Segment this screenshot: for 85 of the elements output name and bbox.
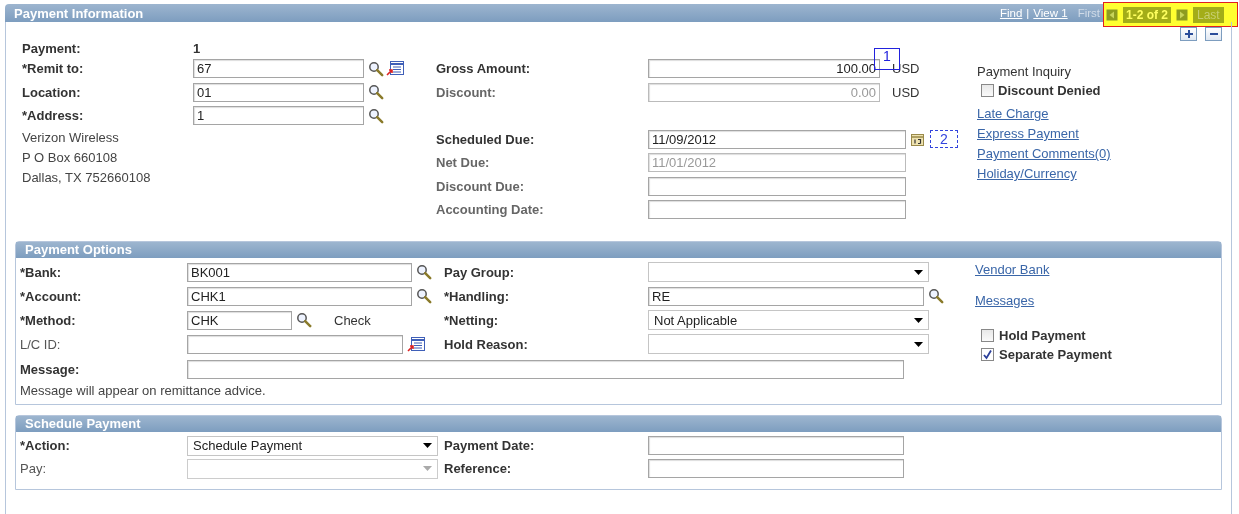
- add-row-button[interactable]: [1180, 27, 1197, 41]
- record-counter: 1-2 of 2: [1123, 6, 1171, 23]
- delete-row-button[interactable]: [1205, 27, 1222, 41]
- detail-icon[interactable]: [386, 61, 404, 77]
- field-label: Location:: [22, 84, 82, 100]
- field-label: *Account:: [20, 288, 82, 304]
- address-line: P O Box 660108: [22, 148, 119, 167]
- field-label: L/C ID:: [20, 336, 61, 352]
- input-field[interactable]: CHK1: [187, 286, 412, 306]
- caret-icon: [423, 466, 432, 471]
- field-label: Discount Due:: [436, 178, 526, 194]
- checkbox[interactable]: [981, 329, 994, 342]
- field-label: Discount:: [436, 84, 497, 100]
- field-label: Pay Group:: [444, 264, 515, 280]
- dropdown[interactable]: Schedule Payment: [187, 435, 438, 456]
- search-icon[interactable]: [416, 264, 432, 280]
- input-field[interactable]: CHK: [187, 310, 292, 330]
- checkbox[interactable]: [981, 83, 994, 97]
- currency-label: USD: [892, 84, 920, 100]
- hint-text: Message will appear on remittance advice.: [20, 382, 266, 398]
- input-field[interactable]: [648, 459, 904, 478]
- dropdown[interactable]: Not Applicable: [648, 310, 929, 330]
- field-label: *Action:: [20, 438, 70, 453]
- page-link[interactable]: Express Payment: [977, 124, 1111, 144]
- field-label: Pay:: [20, 461, 46, 476]
- section-label: Payment Inquiry: [977, 63, 1072, 81]
- field-label: Payment:: [22, 40, 82, 56]
- plus-icon: [1183, 29, 1194, 39]
- callout-number: 2: [930, 130, 958, 149]
- input-field[interactable]: BK001: [187, 262, 412, 282]
- checkbox[interactable]: [981, 348, 994, 361]
- checkbox-label: Hold Payment: [999, 328, 1086, 343]
- field-label: Message:: [20, 362, 80, 377]
- input-field[interactable]: [648, 436, 904, 455]
- input-field[interactable]: 1: [193, 106, 364, 126]
- panel-title: Schedule Payment: [25, 416, 141, 431]
- field-label: *Bank:: [20, 264, 62, 280]
- page-link[interactable]: Holiday/Currency: [977, 164, 1111, 184]
- section-title: Payment Information: [14, 5, 144, 21]
- search-icon[interactable]: [296, 312, 312, 328]
- search-icon[interactable]: [368, 84, 384, 101]
- date-field[interactable]: 11/09/2012: [648, 129, 906, 149]
- address-line: Verizon Wireless: [22, 128, 120, 147]
- caret-icon: [914, 341, 923, 347]
- calendar-icon[interactable]: [910, 131, 925, 147]
- address-line: Dallas, TX 752660108: [22, 168, 152, 187]
- input-field[interactable]: RE: [648, 286, 924, 306]
- input-field[interactable]: [187, 334, 403, 354]
- caret-icon: [914, 317, 923, 323]
- page-link[interactable]: Payment Comments(0): [977, 144, 1111, 164]
- previous-icon[interactable]: [1106, 8, 1118, 21]
- field-label: Net Due:: [436, 155, 491, 171]
- method-description: Check: [334, 312, 371, 328]
- caret-icon: [423, 443, 432, 448]
- separator: |: [1026, 7, 1030, 19]
- input-field[interactable]: 67: [193, 59, 364, 79]
- search-icon[interactable]: [368, 107, 384, 124]
- field-label: *Handling:: [444, 288, 509, 304]
- search-icon[interactable]: [416, 288, 432, 304]
- field-label: Accounting Date:: [436, 202, 545, 218]
- next-icon[interactable]: [1176, 8, 1188, 21]
- field-label: *Remit to:: [22, 61, 85, 77]
- vendor-bank-link[interactable]: Vendor Bank: [975, 260, 1050, 280]
- field-label: Payment Date:: [444, 438, 535, 453]
- field-label: *Netting:: [444, 312, 499, 328]
- checkbox-label: Separate Payment: [999, 347, 1112, 362]
- field-label: *Method:: [20, 312, 76, 328]
- date-field[interactable]: [648, 200, 906, 220]
- page-link[interactable]: Late Charge: [977, 104, 1111, 124]
- field-label: Scheduled Due:: [436, 131, 536, 147]
- search-icon[interactable]: [368, 60, 384, 77]
- date-field[interactable]: [648, 176, 906, 196]
- field-label: Hold Reason:: [444, 336, 528, 352]
- message-field[interactable]: [187, 360, 904, 379]
- panel-title: Payment Options: [25, 242, 132, 257]
- input-field[interactable]: 01: [193, 82, 364, 102]
- caret-icon: [914, 269, 923, 275]
- field-label: Reference:: [444, 461, 512, 476]
- checkbox-label: Discount Denied: [998, 82, 1101, 98]
- field-label: Gross Amount:: [436, 61, 532, 77]
- messages-link[interactable]: Messages: [975, 291, 1035, 311]
- payment-number: 1: [193, 40, 201, 56]
- search-icon[interactable]: [928, 288, 944, 304]
- detail-icon[interactable]: [407, 336, 425, 352]
- field-label: *Address:: [22, 108, 85, 124]
